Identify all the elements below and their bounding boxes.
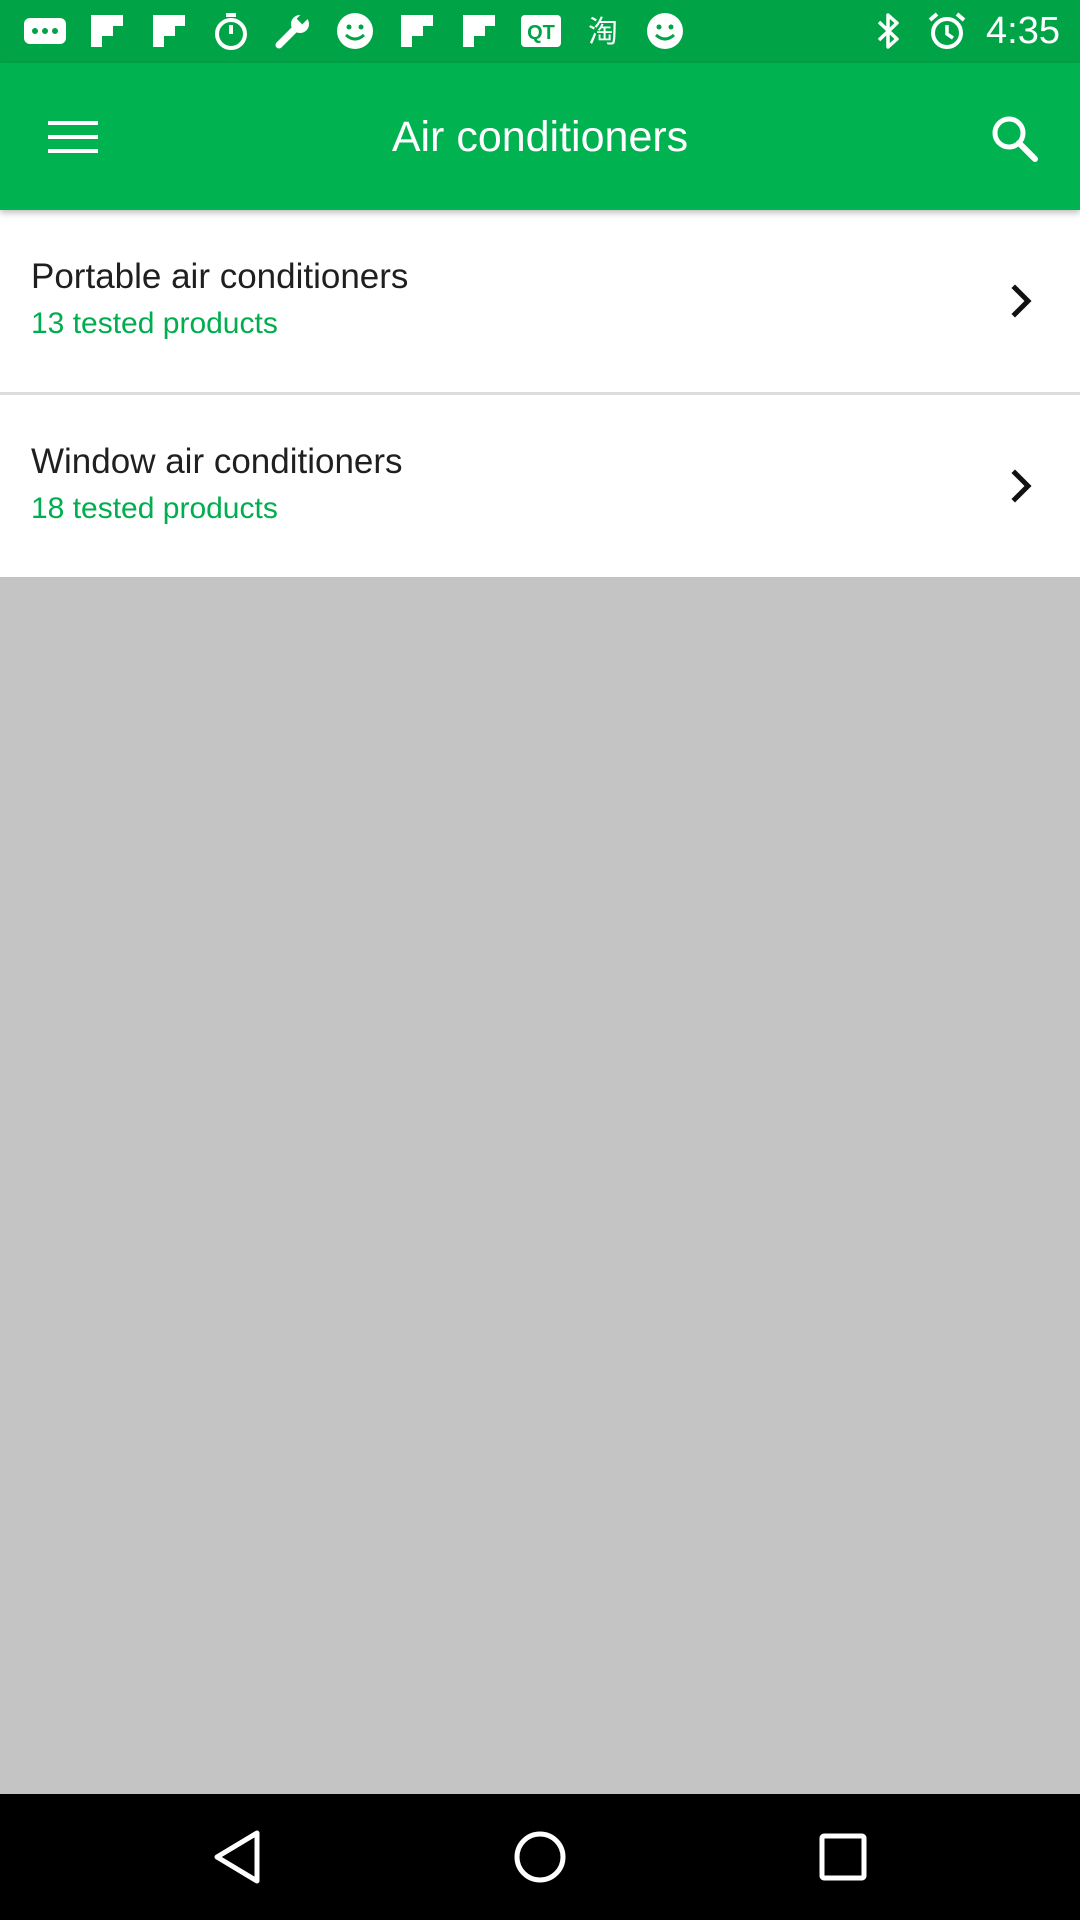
back-button[interactable]: [205, 1825, 269, 1889]
page-title: Air conditioners: [391, 113, 689, 161]
svg-text:QT: QT: [527, 22, 555, 44]
recents-button[interactable]: [811, 1825, 875, 1889]
home-button[interactable]: [508, 1825, 572, 1889]
search-icon: [992, 116, 1038, 162]
flipboard-icon: [394, 8, 440, 54]
list-item-portable-air-conditioners[interactable]: Portable air conditioners 13 tested prod…: [0, 210, 1080, 395]
stopwatch-icon: [208, 8, 254, 54]
smiley-icon: [332, 8, 378, 54]
home-icon: [514, 1831, 566, 1883]
alarm-icon: [924, 8, 970, 54]
search-button[interactable]: [976, 100, 1052, 176]
status-time: 4:35: [986, 9, 1060, 52]
svg-text:淘: 淘: [588, 15, 618, 50]
bluetooth-icon: [866, 8, 912, 54]
category-list: Portable air conditioners 13 tested prod…: [0, 210, 1080, 577]
list-item-title: Portable air conditioners: [31, 257, 409, 296]
flipboard-icon: [84, 8, 130, 54]
smiley-icon: [642, 8, 688, 54]
list-item-subtitle: 18 tested products: [31, 492, 278, 525]
flipboard-icon: [456, 8, 502, 54]
chevron-right-icon: [1011, 284, 1032, 318]
list-item-subtitle: 13 tested products: [31, 307, 278, 340]
app-bar: Air conditioners: [0, 63, 1080, 210]
navigation-bar: [0, 1794, 1080, 1920]
taobao-icon: 淘: [580, 8, 626, 54]
system-status: 4:35: [866, 6, 1060, 56]
qq-icon: QT: [518, 8, 564, 54]
status-bar: QT 淘 4:35: [0, 0, 1080, 63]
list-item-title: Window air conditioners: [31, 442, 403, 481]
back-icon: [214, 1830, 260, 1884]
wrench-icon: [270, 8, 316, 54]
list-item-window-air-conditioners[interactable]: Window air conditioners 18 tested produc…: [0, 395, 1080, 577]
more-icon: [22, 8, 68, 54]
chevron-right-icon: [1011, 469, 1032, 503]
notification-icons: QT 淘: [22, 8, 704, 54]
flipboard-icon: [146, 8, 192, 54]
recents-icon: [819, 1833, 867, 1881]
